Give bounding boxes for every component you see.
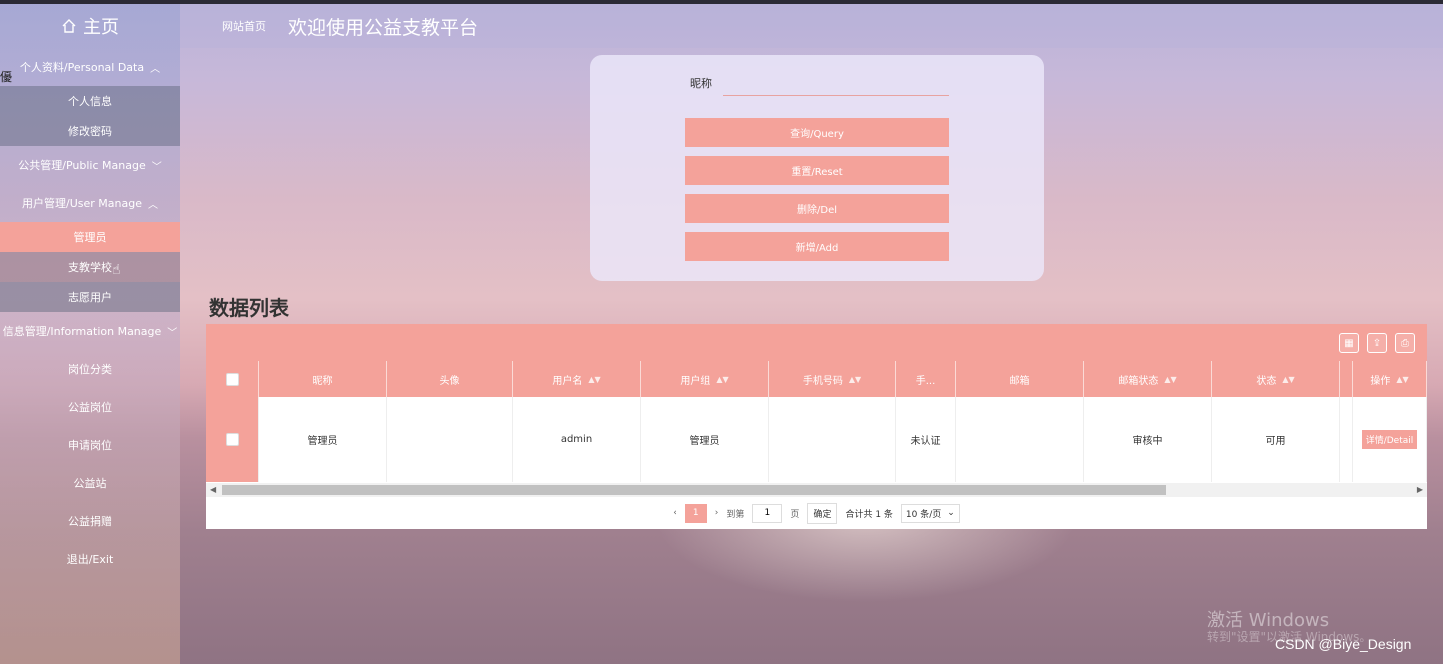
chevron-up-icon: ︿ — [147, 199, 158, 211]
page-current[interactable]: 1 — [684, 503, 707, 523]
goto-confirm-button[interactable]: 确定 — [807, 502, 838, 524]
sort-icon: ▲▼ — [1282, 374, 1295, 384]
csdn-watermark: CSDN @Biye_Design — [1275, 636, 1412, 652]
sidebar-item-school[interactable]: 支教学校 — [0, 252, 180, 282]
cell-username: admin — [513, 397, 641, 482]
sidebar-item-donation[interactable]: 公益捐赠 — [0, 502, 180, 540]
export-icon[interactable]: ⇪ — [1367, 333, 1387, 353]
scroll-left-icon[interactable]: ◀ — [210, 483, 216, 497]
sidebar-group-public[interactable]: 公共管理/Public Manage ﹀ — [0, 146, 180, 184]
sidebar-item-apply[interactable]: 申请岗位 — [0, 426, 180, 464]
hand-cursor-icon: ☝ — [112, 262, 121, 278]
table-row: 管理员 admin 管理员 未认证 审核中 可用 详情/Detail — [206, 397, 1427, 482]
cell-phone — [769, 397, 896, 482]
sort-icon: ▲▼ — [848, 374, 862, 384]
col-status[interactable]: 状态 ▲▼ — [1212, 361, 1340, 397]
cell-group: 管理员 — [641, 397, 769, 482]
row-select-cell — [206, 397, 259, 482]
col-username[interactable]: 用户名 ▲▼ — [513, 361, 641, 397]
page-size-select[interactable]: 10 条/页 ⌄ — [900, 503, 960, 523]
nickname-label: 昵称 — [690, 77, 712, 90]
sidebar-group-info[interactable]: 信息管理/Information Manage ﹀ — [0, 312, 180, 350]
cell-nickname: 管理员 — [259, 397, 387, 482]
sidebar-item-exit[interactable]: 退出/Exit — [0, 540, 180, 578]
sidebar-item-password[interactable]: 修改密码 — [0, 116, 180, 146]
col-email-status[interactable]: 邮箱状态 ▲▼ — [1084, 361, 1212, 397]
sort-icon: ▲▼ — [1164, 374, 1177, 384]
sidebar-item-station[interactable]: 公益站 — [0, 464, 180, 502]
search-card: 昵称 查询/Query 重置/Reset 删除/Del 新增/Add — [590, 55, 1044, 281]
select-all-checkbox[interactable] — [225, 372, 239, 386]
col-avatar: 头像 — [387, 361, 513, 397]
chevron-down-icon: ﹀ — [151, 161, 162, 173]
col-group[interactable]: 用户组 ▲▼ — [641, 361, 769, 397]
data-table-panel: ▦ ⇪ ⎙ 昵称 头像 用户名 ▲▼ 用户组 ▲▼ 手机号码 ▲▼ 手... 邮箱 邮… — [206, 324, 1427, 529]
col-nickname[interactable]: 昵称 — [259, 361, 387, 397]
pagination: ‹ 1 › 到第 页 确定 合计共 1 条 10 条/页 ⌄ — [206, 502, 1427, 524]
chevron-down-icon: ⌄ — [947, 508, 955, 518]
col-email[interactable]: 邮箱 — [956, 361, 1084, 397]
goto-label: 到第 — [726, 509, 745, 520]
sidebar-item-post[interactable]: 公益岗位 — [0, 388, 180, 426]
columns-filter-icon[interactable]: ▦ — [1339, 333, 1359, 353]
detail-button[interactable]: 详情/Detail — [1361, 430, 1418, 449]
horizontal-scrollbar[interactable]: ◀ ▶ — [206, 483, 1427, 497]
breadcrumb[interactable]: 网站首页 — [222, 18, 266, 34]
sort-icon: ▲▼ — [716, 374, 729, 384]
list-title: 数据列表 — [209, 296, 289, 320]
scrollbar-thumb[interactable] — [222, 485, 1166, 495]
table-toolbar: ▦ ⇪ ⎙ — [206, 324, 1427, 361]
sidebar-item-category[interactable]: 岗位分类 — [0, 350, 180, 388]
select-all-cell — [206, 361, 259, 397]
sidebar: 主页 个人资料/Personal Data ︿ 个人信息 修改密码 公共管理/P… — [0, 4, 180, 664]
total-count: 合计共 1 条 — [845, 509, 893, 520]
col-action: 操作 ▲▼ — [1353, 361, 1427, 397]
sort-icon: ▲▼ — [1396, 374, 1409, 384]
sidebar-home[interactable]: 主页 — [0, 4, 180, 48]
col-phone[interactable]: 手机号码 ▲▼ — [769, 361, 896, 397]
next-page-icon[interactable]: › — [715, 508, 719, 518]
scroll-right-icon[interactable]: ▶ — [1417, 483, 1423, 497]
table-header: 昵称 头像 用户名 ▲▼ 用户组 ▲▼ 手机号码 ▲▼ 手... 邮箱 邮箱状态 ▲▼ … — [206, 361, 1427, 397]
cell-email — [956, 397, 1084, 482]
header: 网站首页 欢迎使用公益支教平台 — [180, 4, 1443, 48]
chevron-up-icon: ︿ — [150, 63, 161, 75]
sort-icon: ▲▼ — [588, 374, 601, 384]
page-title: 欢迎使用公益支教平台 — [288, 16, 479, 39]
sidebar-group-personal[interactable]: 个人资料/Personal Data ︿ — [0, 48, 180, 86]
sidebar-group-user[interactable]: 用户管理/User Manage ︿ — [0, 184, 180, 222]
page-unit-label: 页 — [790, 509, 800, 520]
col-phone-status[interactable]: 手... — [896, 361, 956, 397]
cell-action: 详情/Detail — [1353, 397, 1427, 482]
query-button[interactable]: 查询/Query — [685, 118, 949, 147]
prev-page-icon[interactable]: ‹ — [673, 508, 677, 518]
cell-avatar — [387, 397, 513, 482]
sidebar-home-label: 主页 — [83, 17, 119, 38]
sidebar-item-volunteer[interactable]: 志愿用户 — [0, 282, 180, 312]
home-icon — [62, 19, 76, 33]
cell-status: 可用 — [1212, 397, 1340, 482]
edge-fragment-text: 優 — [0, 70, 13, 84]
cell-spacer — [1340, 397, 1353, 482]
cell-phone-status: 未认证 — [896, 397, 956, 482]
sidebar-item-admin[interactable]: 管理员 — [0, 222, 180, 252]
reset-button[interactable]: 重置/Reset — [685, 156, 949, 185]
add-button[interactable]: 新增/Add — [685, 232, 949, 261]
nickname-input[interactable] — [723, 72, 949, 96]
print-icon[interactable]: ⎙ — [1395, 333, 1415, 353]
col-spacer — [1340, 361, 1353, 397]
row-checkbox[interactable] — [225, 433, 239, 446]
sidebar-item-profile[interactable]: 个人信息 — [0, 86, 180, 116]
delete-button[interactable]: 删除/Del — [685, 194, 949, 223]
cell-email-status: 审核中 — [1084, 397, 1212, 482]
goto-page-input[interactable] — [752, 503, 783, 523]
chevron-down-icon: ﹀ — [167, 327, 178, 339]
